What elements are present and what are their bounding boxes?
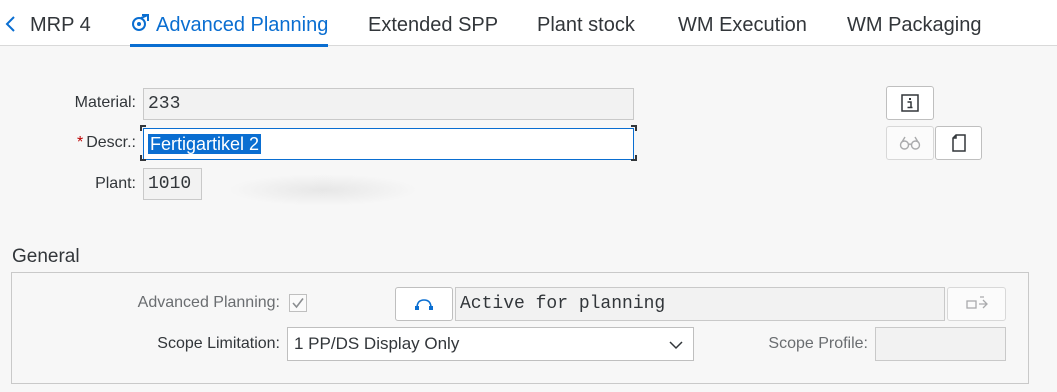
tab-mrp4[interactable]: MRP 4 <box>30 0 91 46</box>
scope-limitation-label: Scope Limitation: <box>157 335 280 352</box>
checkmark-icon <box>292 298 304 309</box>
plant-description-blurred <box>228 174 418 206</box>
plant-field[interactable]: 1010 <box>143 168 202 200</box>
advanced-planning-checkbox[interactable] <box>289 294 307 312</box>
scope-limitation-select[interactable]: 1 PP/DS Display Only <box>287 327 694 361</box>
network-button[interactable] <box>395 287 453 321</box>
display-button[interactable] <box>886 126 934 160</box>
chevron-left-icon[interactable] <box>4 14 18 34</box>
tab-bar: MRP 4 Advanced Planning Extended SPP Pla… <box>0 0 1057 47</box>
transfer-icon <box>965 296 988 309</box>
planning-status-field: Active for planning <box>455 287 945 321</box>
info-icon <box>901 94 919 112</box>
planning-icon <box>132 14 149 31</box>
tab-plant-stock[interactable]: Plant stock <box>537 0 635 46</box>
info-button[interactable] <box>886 86 934 120</box>
descr-label-wrap: * Descr.: <box>40 134 136 152</box>
tab-wm-execution[interactable]: WM Execution <box>678 0 807 46</box>
material-field[interactable]: 233 <box>143 88 634 120</box>
tab-wm-packaging[interactable]: WM Packaging <box>847 0 982 46</box>
advanced-planning-label: Advanced Planning: <box>137 294 280 311</box>
tab-advanced-planning-label: Advanced Planning <box>156 14 329 36</box>
scope-limitation-value: 1 PP/DS Display Only <box>294 334 460 353</box>
focus-corner-bl <box>140 155 146 161</box>
network-icon <box>415 299 433 310</box>
focus-corner-tr <box>631 125 637 131</box>
description-value: Fertigartikel 2 <box>148 134 262 154</box>
material-label: Material: <box>74 94 136 111</box>
description-field[interactable]: Fertigartikel 2 <box>143 128 634 160</box>
tab-advanced-planning[interactable]: Advanced Planning <box>130 0 329 47</box>
scope-profile-field[interactable] <box>875 327 1006 361</box>
transfer-button[interactable] <box>947 287 1006 321</box>
document-icon <box>951 134 966 152</box>
focus-corner-tl <box>140 125 146 131</box>
focus-corner-br <box>631 155 637 161</box>
tab-extended-spp[interactable]: Extended SPP <box>368 0 498 46</box>
scope-profile-label: Scope Profile: <box>768 335 868 352</box>
document-button[interactable] <box>935 126 982 160</box>
chevron-down-icon <box>669 341 683 350</box>
required-marker: * <box>76 134 84 151</box>
glasses-icon <box>899 136 921 150</box>
section-title-general: General <box>12 246 80 267</box>
descr-label: Descr.: <box>86 134 136 151</box>
plant-label: Plant: <box>95 175 136 192</box>
